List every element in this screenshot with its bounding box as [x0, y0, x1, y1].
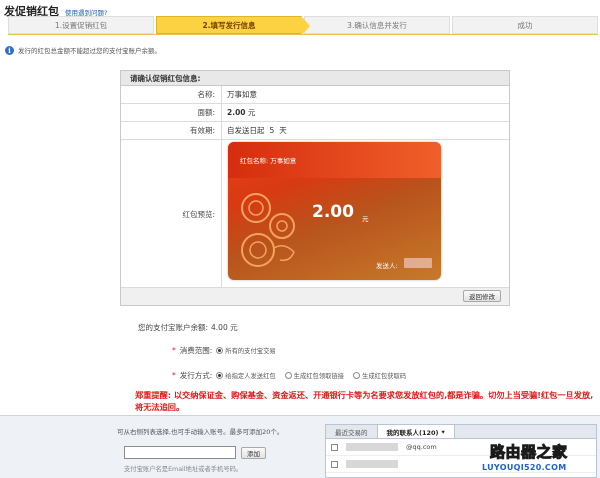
tab-contacts[interactable]: 我的联系人(120) ▾	[377, 425, 455, 438]
issue-label: 发行方式:	[179, 371, 213, 380]
scope-row: * 消费范围: 所有的支付宝交易	[172, 345, 281, 356]
issue-option-link[interactable]: 生成红包领取链接	[284, 371, 344, 380]
back-edit-button[interactable]: 返回修改	[463, 290, 501, 302]
validity-value: 自发送日起	[227, 126, 265, 135]
issue-row: * 发行方式: 给指定人发送红包 生成红包领取链接 生成红包获取码	[172, 370, 411, 381]
step-1: 1.设置促销红包	[8, 16, 154, 34]
balance-label: 您的支付宝账户余额:	[138, 323, 209, 332]
validity-label: 有效期:	[121, 122, 222, 139]
radio-icon[interactable]	[353, 372, 361, 379]
amount-value: 2.00	[227, 108, 246, 117]
page-header: 发促销红包 使用遇到问题?	[4, 3, 107, 18]
issue-option-direct[interactable]: 给指定人发送红包	[216, 371, 276, 380]
watermark-logo: 路由器之家 LUYOUQI520.COM	[476, 421, 598, 476]
step-progress: 1.设置促销红包 2.填写发行信息 3.确认信息并发行 成功	[8, 16, 598, 36]
step-2: 2.填写发行信息	[156, 16, 310, 36]
balance-value: 4.00 元	[211, 323, 238, 332]
required-star: *	[172, 346, 176, 355]
name-value: 万事如意	[227, 90, 257, 99]
amount-unit: 元	[247, 108, 256, 117]
row-validity: 有效期: 自发送日起 5 天	[121, 122, 509, 140]
row-name: 名称: 万事如意	[121, 86, 509, 104]
scope-option-all[interactable]: 所有的支付宝交易	[216, 346, 276, 355]
radio-icon[interactable]	[216, 347, 224, 354]
card-unit: 元	[362, 215, 369, 223]
fraud-warning: 郑重提醒: 以交纳保证金、购保基金、资金返还、开通银行卡等为名要求您发放红包的,…	[135, 390, 594, 412]
radio-icon[interactable]	[216, 372, 224, 379]
card-decoration-icon	[241, 193, 295, 267]
row-amount: 面额: 2.00 元	[121, 104, 509, 122]
issue-option-code[interactable]: 生成红包获取码	[353, 371, 406, 380]
name-label: 名称:	[121, 86, 222, 103]
card-sender-masked	[404, 258, 432, 268]
checkbox[interactable]	[331, 460, 338, 468]
contact-email-suffix: @qq.com	[406, 443, 437, 451]
step-3: 3.确认信息并发行	[304, 16, 450, 34]
card-sender-label: 发送人:	[376, 262, 398, 270]
masked-contact	[346, 443, 398, 451]
account-note: 支付宝账户名是Email地址或者手机号码。	[124, 466, 243, 473]
checkbox[interactable]	[331, 443, 338, 451]
amount-label: 面额:	[121, 104, 222, 121]
tip-text: 发行的红包总金额不能超过您的支付宝账户余额。	[18, 47, 161, 55]
watermark-text: 路由器之家	[490, 443, 568, 462]
validity-unit: 天	[279, 126, 287, 135]
recipients-hint: 可从右侧列表选择,也可手动输入账号。最多可添加20个。	[117, 428, 284, 436]
add-button[interactable]: 添加	[241, 447, 266, 459]
validity-days: 5	[269, 126, 275, 135]
step-4: 成功	[452, 16, 598, 34]
watermark-url: LUYOUQI520.COM	[482, 463, 567, 472]
panel-heading: 请确认促销红包信息:	[121, 71, 509, 86]
info-icon: i	[5, 45, 14, 55]
masked-contact	[346, 460, 398, 468]
radio-icon[interactable]	[284, 372, 292, 379]
balance-tip: i 发行的红包总金额不能超过您的支付宝账户余额。	[5, 44, 161, 56]
panel-footer: 返回修改	[121, 287, 509, 305]
account-input[interactable]	[124, 446, 236, 459]
account-balance: 您的支付宝账户余额: 4.00 元	[135, 322, 238, 333]
card-name: 红包名称: 万事如意	[240, 157, 297, 165]
tab-recent[interactable]: 最近交易的	[326, 425, 378, 438]
required-star: *	[172, 371, 176, 380]
scope-label: 消费范围:	[179, 346, 213, 355]
card-amount: 2.00	[312, 202, 354, 222]
red-envelope-card: 红包名称: 万事如意 2.00 元 发送人:	[228, 142, 441, 280]
chevron-down-icon: ▾	[441, 427, 445, 436]
preview-label: 红包预览:	[121, 140, 222, 288]
